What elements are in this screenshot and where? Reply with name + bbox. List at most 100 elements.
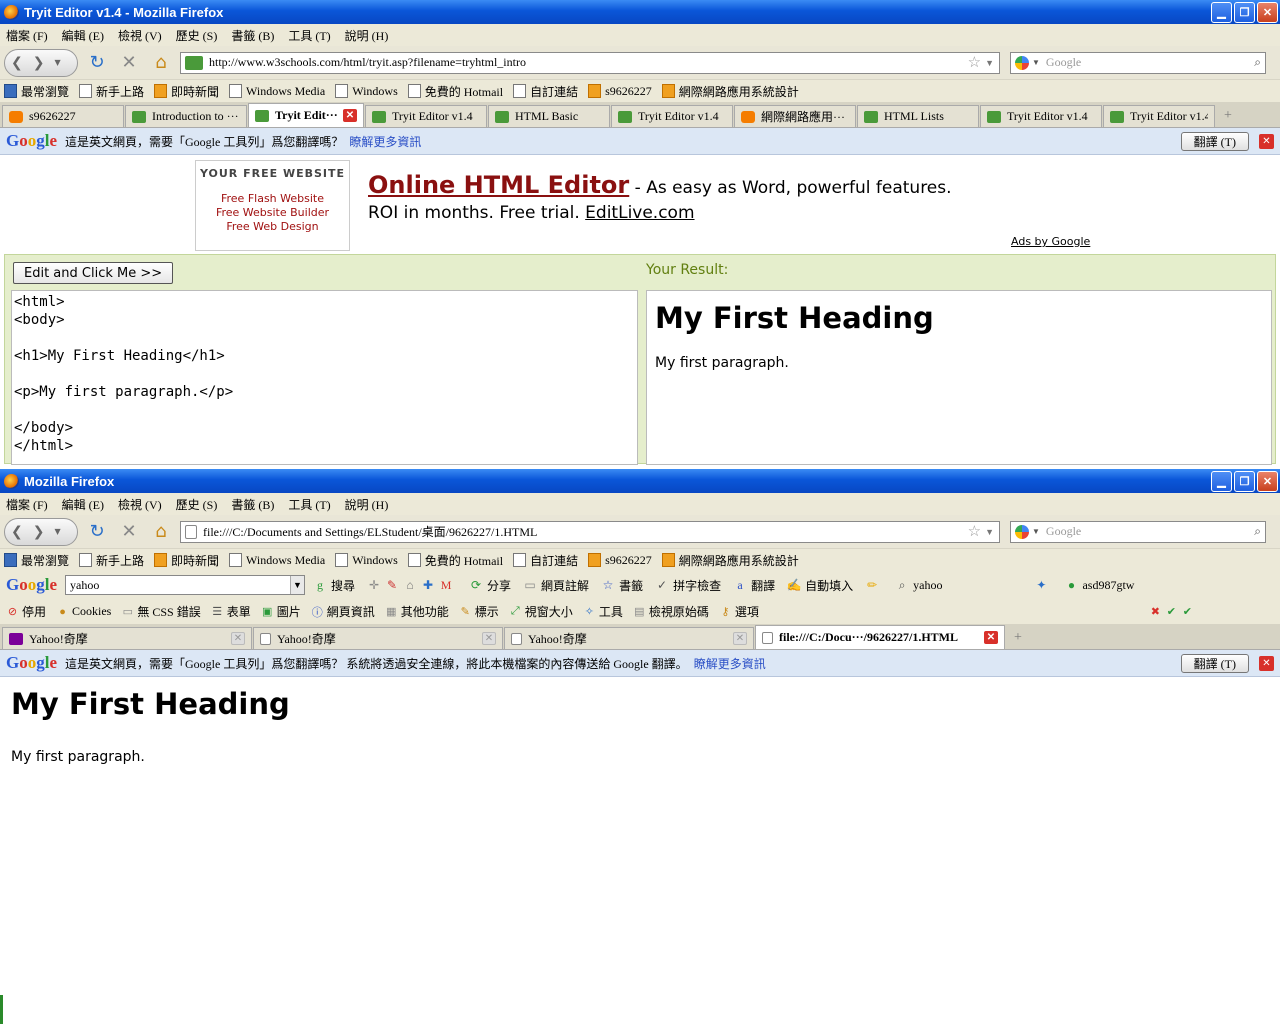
translate-button[interactable]: 翻譯 (T) bbox=[1180, 653, 1249, 673]
wd-resize[interactable]: ⤢ 視窗大小 bbox=[509, 603, 573, 620]
google-engine-icon[interactable] bbox=[1015, 55, 1029, 70]
bookmark-item[interactable]: 網際網路應用系統設計 bbox=[661, 83, 799, 100]
edit-and-click-button[interactable]: Edit and Click Me >> bbox=[13, 262, 174, 284]
bookmark-star-icon[interactable]: ☆ bbox=[968, 53, 981, 72]
history-dropdown-icon[interactable]: ▼ bbox=[54, 58, 60, 67]
new-tab-icon[interactable]: + bbox=[1006, 627, 1030, 649]
tab[interactable]: HTML Basic bbox=[488, 105, 610, 127]
menu-tools[interactable]: 工具 (T) bbox=[288, 27, 330, 44]
close-translate-icon[interactable]: ✕ bbox=[1259, 655, 1274, 671]
minimize-button[interactable]: ▁ bbox=[1211, 470, 1232, 492]
home-icon[interactable]: ⌂ bbox=[148, 519, 174, 545]
tab[interactable]: Yahoo!奇摩 ✕ bbox=[253, 627, 503, 649]
menu-file[interactable]: 檔案 (F) bbox=[6, 496, 48, 513]
bookmarks-button[interactable]: ☆ 書籤 bbox=[601, 577, 643, 594]
url-dropdown-icon[interactable]: ▼ bbox=[985, 58, 994, 68]
bookmark-item[interactable]: s9626227 bbox=[588, 553, 652, 568]
menu-bookmarks[interactable]: 書籤 (B) bbox=[231, 496, 274, 513]
ad-headline-link[interactable]: Online HTML Editor bbox=[368, 171, 629, 199]
tab[interactable]: Tryit Editor v1.4 bbox=[611, 105, 733, 127]
search-placeholder[interactable]: Google bbox=[1040, 55, 1254, 70]
new-tab-icon[interactable]: + bbox=[1216, 105, 1240, 127]
bookmark-item[interactable]: s9626227 bbox=[588, 84, 652, 99]
learn-more-link[interactable]: 瞭解更多資訊 bbox=[694, 657, 766, 671]
home-icon[interactable]: ⌂ bbox=[148, 50, 174, 76]
url-dropdown-icon[interactable]: ▼ bbox=[985, 527, 994, 537]
search-box[interactable]: ▼ Google ⌕ bbox=[1010, 51, 1266, 74]
tab[interactable]: HTML Lists bbox=[857, 105, 979, 127]
tab-active[interactable]: file:///C:/Docu···/9626227/1.HTML ✕ bbox=[755, 625, 1005, 649]
stop-icon[interactable]: ✕ bbox=[116, 519, 142, 545]
toolbar-misc[interactable]: ✛ ✎ ⌂ ✚ M bbox=[367, 578, 457, 592]
tab[interactable]: Yahoo!奇摩 ✕ bbox=[504, 627, 754, 649]
search-magnifier-icon[interactable]: ⌕ bbox=[1254, 524, 1261, 539]
bookmark-item[interactable]: Windows bbox=[335, 84, 398, 99]
autofill-button[interactable]: ✍ 自動填入 bbox=[787, 577, 853, 594]
url-text[interactable]: http://www.w3schools.com/html/tryit.asp?… bbox=[209, 55, 968, 70]
menu-help[interactable]: 說明 (H) bbox=[345, 496, 389, 513]
menu-view[interactable]: 檢視 (V) bbox=[118, 496, 162, 513]
wd-cookies[interactable]: ● Cookies bbox=[56, 604, 111, 619]
ad-site-link[interactable]: EditLive.com bbox=[585, 203, 694, 223]
tab[interactable]: Tryit Editor v1.4 bbox=[365, 105, 487, 127]
menu-history[interactable]: 歷史 (S) bbox=[176, 27, 218, 44]
menu-view[interactable]: 檢視 (V) bbox=[118, 27, 162, 44]
wd-information[interactable]: ⓘ 網頁資訊 bbox=[311, 603, 375, 620]
menu-help[interactable]: 說明 (H) bbox=[345, 27, 389, 44]
google-search-button[interactable]: g 搜尋 bbox=[313, 577, 355, 594]
spellcheck-button[interactable]: ✓ 拼字檢查 bbox=[655, 577, 721, 594]
wd-disable[interactable]: ⊘ 停用 bbox=[6, 603, 46, 620]
translate-button[interactable]: 翻譯 (T) bbox=[1180, 131, 1249, 151]
wd-tools[interactable]: ✧ 工具 bbox=[583, 603, 623, 620]
annotation-button[interactable]: ▭ 網頁註解 bbox=[523, 577, 589, 594]
menu-tools[interactable]: 工具 (T) bbox=[288, 496, 330, 513]
query-dropdown-icon[interactable]: ▼ bbox=[290, 576, 305, 594]
account-button[interactable]: ● asd987gtw bbox=[1064, 578, 1135, 593]
bookmark-star-icon[interactable]: ☆ bbox=[968, 522, 981, 541]
ad-link[interactable]: Free Website Builder bbox=[196, 206, 349, 219]
bookmark-item[interactable]: 最常瀏覽 bbox=[4, 552, 69, 569]
tab-active[interactable]: Tryit Edit··· ✕ bbox=[248, 103, 364, 127]
tab[interactable]: 網際網路應用··· bbox=[734, 105, 856, 127]
bookmark-item[interactable]: 免費的 Hotmail bbox=[407, 83, 503, 100]
minimize-button[interactable]: ▁ bbox=[1211, 1, 1232, 23]
learn-more-link[interactable]: 瞭解更多資訊 bbox=[349, 135, 421, 149]
forward-arrow-icon[interactable]: ❯ bbox=[33, 524, 45, 540]
bookmark-item[interactable]: 即時新聞 bbox=[154, 552, 219, 569]
highlight-button[interactable]: ✏ bbox=[865, 578, 883, 592]
tab-close-icon[interactable]: ✕ bbox=[482, 632, 496, 645]
code-textarea[interactable]: <html> <body> <h1>My First Heading</h1> … bbox=[11, 290, 638, 465]
back-arrow-icon[interactable]: ❮ bbox=[11, 524, 23, 540]
url-text[interactable]: file:///C:/Documents and Settings/ELStud… bbox=[203, 523, 968, 540]
menu-history[interactable]: 歷史 (S) bbox=[176, 496, 218, 513]
bookmark-item[interactable]: 免費的 Hotmail bbox=[407, 552, 503, 569]
ads-by-google-link[interactable]: Ads by Google bbox=[1011, 235, 1090, 248]
translate-toolbar-button[interactable]: a 翻譯 bbox=[733, 577, 775, 594]
tab[interactable]: s9626227 bbox=[2, 105, 124, 127]
forward-arrow-icon[interactable]: ❯ bbox=[33, 55, 45, 71]
bookmark-item[interactable]: 新手上路 bbox=[79, 552, 144, 569]
ad-link[interactable]: Free Web Design bbox=[196, 220, 349, 233]
bookmark-item[interactable]: 自訂連結 bbox=[513, 552, 578, 569]
wd-view-source[interactable]: ▤ 檢視原始碼 bbox=[633, 603, 709, 620]
close-translate-icon[interactable]: ✕ bbox=[1259, 133, 1274, 149]
find-yahoo-button[interactable]: ⌕ yahoo bbox=[895, 578, 943, 593]
ad-link[interactable]: Free Flash Website bbox=[196, 192, 349, 205]
google-query[interactable]: yahoo bbox=[70, 578, 290, 593]
search-placeholder[interactable]: Google bbox=[1040, 524, 1254, 539]
url-bar[interactable]: http://www.w3schools.com/html/tryit.asp?… bbox=[180, 51, 1000, 74]
bookmark-item[interactable]: 即時新聞 bbox=[154, 83, 219, 100]
wd-forms[interactable]: ☰ 表單 bbox=[211, 603, 250, 620]
close-button[interactable]: ✕ bbox=[1257, 1, 1278, 23]
wd-images[interactable]: ▣ 圖片 bbox=[261, 603, 301, 620]
bookmark-item[interactable]: Windows Media bbox=[229, 84, 325, 99]
tab[interactable]: Tryit Editor v1.4 bbox=[1103, 105, 1215, 127]
menu-edit[interactable]: 編輯 (E) bbox=[62, 27, 104, 44]
stop-icon[interactable]: ✕ bbox=[116, 50, 142, 76]
menu-edit[interactable]: 編輯 (E) bbox=[62, 496, 104, 513]
tab-close-icon[interactable]: ✕ bbox=[733, 632, 747, 645]
history-dropdown-icon[interactable]: ▼ bbox=[54, 527, 60, 536]
tab-close-icon[interactable]: ✕ bbox=[984, 631, 998, 644]
engine-dropdown-icon[interactable]: ▼ bbox=[1032, 527, 1040, 536]
close-button[interactable]: ✕ bbox=[1257, 470, 1278, 492]
